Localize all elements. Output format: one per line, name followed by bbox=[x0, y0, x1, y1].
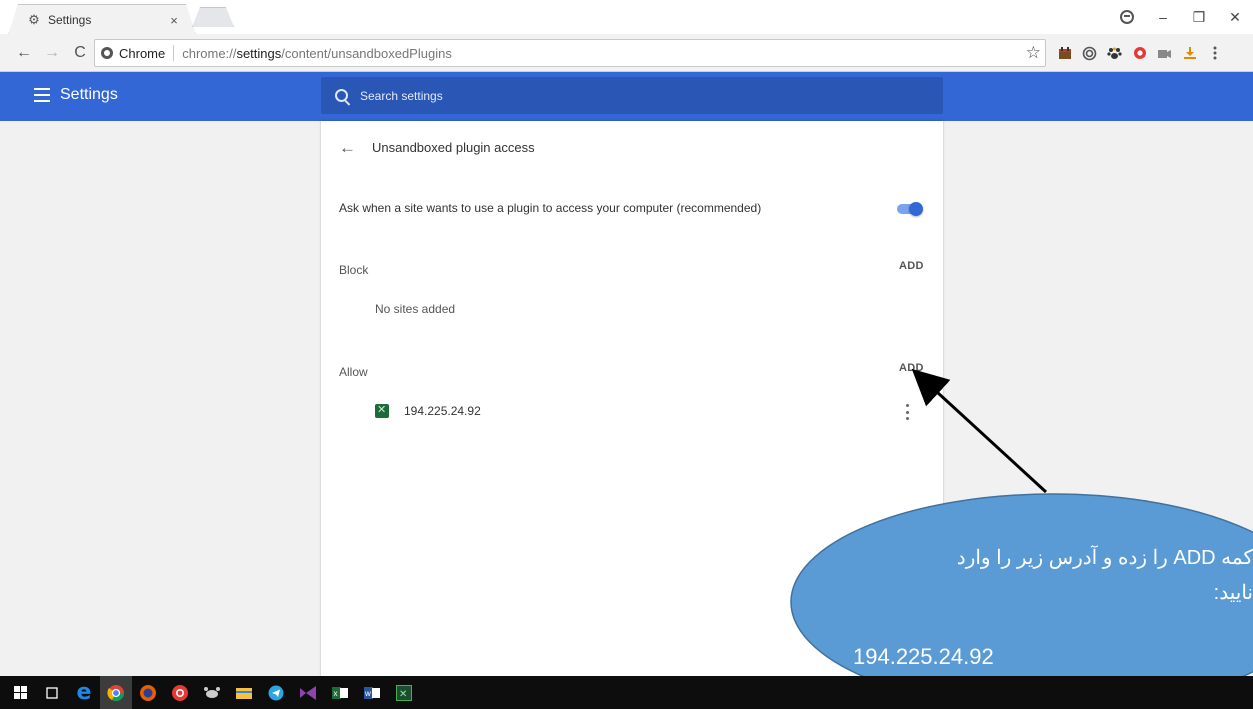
page-title: Unsandboxed plugin access bbox=[372, 140, 535, 155]
arrow-right-icon: → bbox=[44, 43, 60, 61]
hamburger-menu-icon[interactable] bbox=[34, 88, 50, 102]
block-section-label: Block bbox=[339, 263, 369, 277]
svg-text:x: x bbox=[334, 689, 338, 698]
calendar-icon[interactable] bbox=[1052, 41, 1077, 65]
telegram-icon[interactable] bbox=[260, 676, 292, 709]
svg-text:w: w bbox=[364, 689, 371, 698]
task-view-icon[interactable] bbox=[36, 676, 68, 709]
allowed-site-address: 194.225.24.92 bbox=[404, 404, 481, 418]
site-favicon-icon bbox=[375, 403, 389, 418]
tab-strip: ⚙ Settings × – ❐ ✕ bbox=[0, 0, 1253, 35]
chrome-icon[interactable] bbox=[100, 676, 132, 709]
url-path: /content/unsandboxedPlugins bbox=[281, 45, 452, 61]
close-window-button[interactable]: ✕ bbox=[1217, 2, 1253, 32]
visual-studio-icon[interactable] bbox=[292, 676, 324, 709]
word-icon[interactable]: w bbox=[356, 676, 388, 709]
paw-icon[interactable] bbox=[1102, 41, 1127, 65]
opera-icon[interactable] bbox=[164, 676, 196, 709]
url-host: settings bbox=[236, 45, 282, 61]
minimize-button[interactable]: – bbox=[1145, 2, 1181, 32]
search-placeholder: Search settings bbox=[360, 88, 443, 103]
forward-button[interactable]: → bbox=[40, 41, 64, 65]
block-add-button[interactable]: ADD bbox=[899, 260, 924, 272]
back-arrow-icon[interactable]: ← bbox=[339, 138, 356, 158]
profile-icon bbox=[1120, 10, 1134, 24]
annotation-ip: 194.225.24.92 bbox=[853, 644, 994, 669]
download-icon[interactable] bbox=[1177, 41, 1202, 65]
menu-icon[interactable] bbox=[1202, 41, 1227, 65]
settings-header: Settings Search settings bbox=[0, 72, 1253, 121]
security-chip-label: Chrome bbox=[119, 45, 166, 61]
extension-bar bbox=[1052, 34, 1227, 72]
svg-text:✕: ✕ bbox=[399, 689, 407, 700]
ask-setting-label: Ask when a site wants to use a plugin to… bbox=[339, 201, 762, 215]
annotation-line-2: نایید: bbox=[1213, 582, 1253, 604]
allowed-site-row: 194.225.24.92 bbox=[375, 403, 481, 418]
window-controls: – ❐ ✕ bbox=[1109, 0, 1253, 34]
tab-settings[interactable]: ⚙ Settings × bbox=[8, 4, 196, 35]
chrome-chip-icon bbox=[101, 47, 113, 59]
edge-icon[interactable]: e bbox=[68, 676, 100, 709]
arrow-left-icon: ← bbox=[16, 43, 32, 61]
app-icon[interactable] bbox=[196, 676, 228, 709]
chip-divider bbox=[173, 45, 175, 61]
settings-card: ← Unsandboxed plugin access Ask when a s… bbox=[321, 121, 943, 676]
ask-toggle[interactable] bbox=[897, 202, 923, 216]
back-button[interactable]: ← bbox=[12, 41, 36, 65]
annotation-line-1: کمه ADD را زده و آدرس زیر را وارد bbox=[956, 547, 1253, 569]
settings-title: Settings bbox=[60, 86, 118, 103]
spiral-icon[interactable] bbox=[1077, 41, 1102, 65]
new-tab-button[interactable] bbox=[192, 7, 234, 27]
search-icon bbox=[335, 89, 348, 102]
annotation-arrow bbox=[911, 368, 1048, 494]
block-empty-message: No sites added bbox=[375, 302, 456, 316]
excel-icon[interactable]: x bbox=[324, 676, 356, 709]
site-more-actions-button[interactable] bbox=[903, 404, 911, 420]
reload-icon: C bbox=[74, 43, 86, 61]
gear-icon: ⚙ bbox=[28, 12, 40, 27]
search-settings-input[interactable]: Search settings bbox=[321, 77, 943, 114]
bookmark-star-icon[interactable]: ☆ bbox=[1026, 43, 1041, 63]
firefox-icon[interactable] bbox=[132, 676, 164, 709]
green-app-icon[interactable]: ✕ bbox=[388, 676, 420, 709]
windows-start-icon[interactable] bbox=[4, 676, 36, 709]
tab-close-icon[interactable]: × bbox=[167, 13, 181, 28]
file-explorer-icon[interactable] bbox=[228, 676, 260, 709]
url-scheme: chrome:// bbox=[182, 45, 237, 61]
allow-section-label: Allow bbox=[339, 365, 368, 379]
address-bar[interactable]: Chrome chrome:// settings /content/unsan… bbox=[94, 39, 1046, 67]
allow-add-button[interactable]: ADD bbox=[899, 362, 924, 374]
windows-taskbar: e x w ✕ bbox=[0, 676, 1253, 709]
tab-title: Settings bbox=[48, 13, 92, 27]
profile-button[interactable] bbox=[1109, 2, 1145, 32]
maximize-button[interactable]: ❐ bbox=[1181, 2, 1217, 32]
reload-button[interactable]: C bbox=[68, 41, 92, 65]
record-icon[interactable] bbox=[1127, 41, 1152, 65]
video-icon[interactable] bbox=[1152, 41, 1177, 65]
